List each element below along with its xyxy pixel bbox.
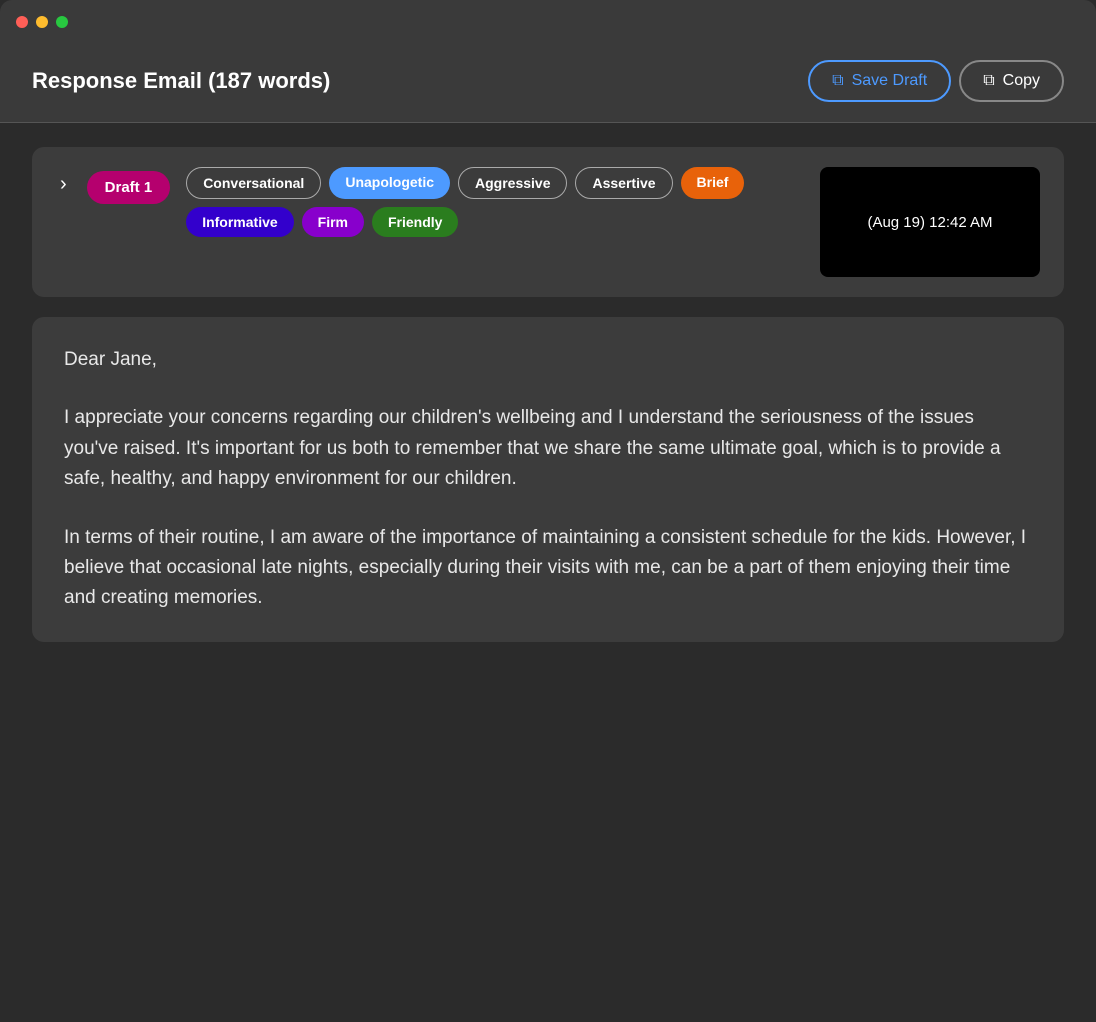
email-card: Dear Jane, I appreciate your concerns re… <box>32 317 1064 642</box>
main-content: › Draft 1 Conversational Unapologetic Ag… <box>0 123 1096 666</box>
tone-tag-brief[interactable]: Brief <box>681 167 745 199</box>
tone-tag-firm[interactable]: Firm <box>302 207 364 237</box>
tone-tag-informative[interactable]: Informative <box>186 207 293 237</box>
copy-icon: ⧉ <box>983 72 994 90</box>
draft-badge[interactable]: Draft 1 <box>87 171 171 204</box>
email-greeting: Dear Jane, <box>64 345 1032 375</box>
expand-button[interactable]: › <box>56 173 71 196</box>
title-bar <box>0 0 1096 44</box>
tone-tag-unapologetic[interactable]: Unapologetic <box>329 167 450 199</box>
email-body: Dear Jane, I appreciate your concerns re… <box>64 345 1032 614</box>
page-title: Response Email (187 words) <box>32 68 330 94</box>
tone-tag-aggressive[interactable]: Aggressive <box>458 167 567 199</box>
header-actions: ⧉ Save Draft ⧉ Copy <box>808 60 1064 102</box>
tone-tag-friendly[interactable]: Friendly <box>372 207 458 237</box>
save-draft-button[interactable]: ⧉ Save Draft <box>808 60 951 102</box>
copy-button[interactable]: ⧉ Copy <box>959 60 1064 102</box>
tone-tag-conversational[interactable]: Conversational <box>186 167 321 199</box>
header: Response Email (187 words) ⧉ Save Draft … <box>0 44 1096 123</box>
close-button[interactable] <box>16 16 28 28</box>
email-paragraph-2: In terms of their routine, I am aware of… <box>64 523 1032 614</box>
copy-label: Copy <box>1003 72 1040 90</box>
maximize-button[interactable] <box>56 16 68 28</box>
draft-timestamp: (Aug 19) 12:42 AM <box>820 167 1040 277</box>
save-draft-label: Save Draft <box>852 72 928 90</box>
save-draft-icon: ⧉ <box>832 72 843 90</box>
email-paragraph-1: I appreciate your concerns regarding our… <box>64 403 1032 494</box>
minimize-button[interactable] <box>36 16 48 28</box>
draft-card: › Draft 1 Conversational Unapologetic Ag… <box>32 147 1064 297</box>
tone-tags-container: Conversational Unapologetic Aggressive A… <box>186 167 804 237</box>
tone-tag-assertive[interactable]: Assertive <box>575 167 672 199</box>
